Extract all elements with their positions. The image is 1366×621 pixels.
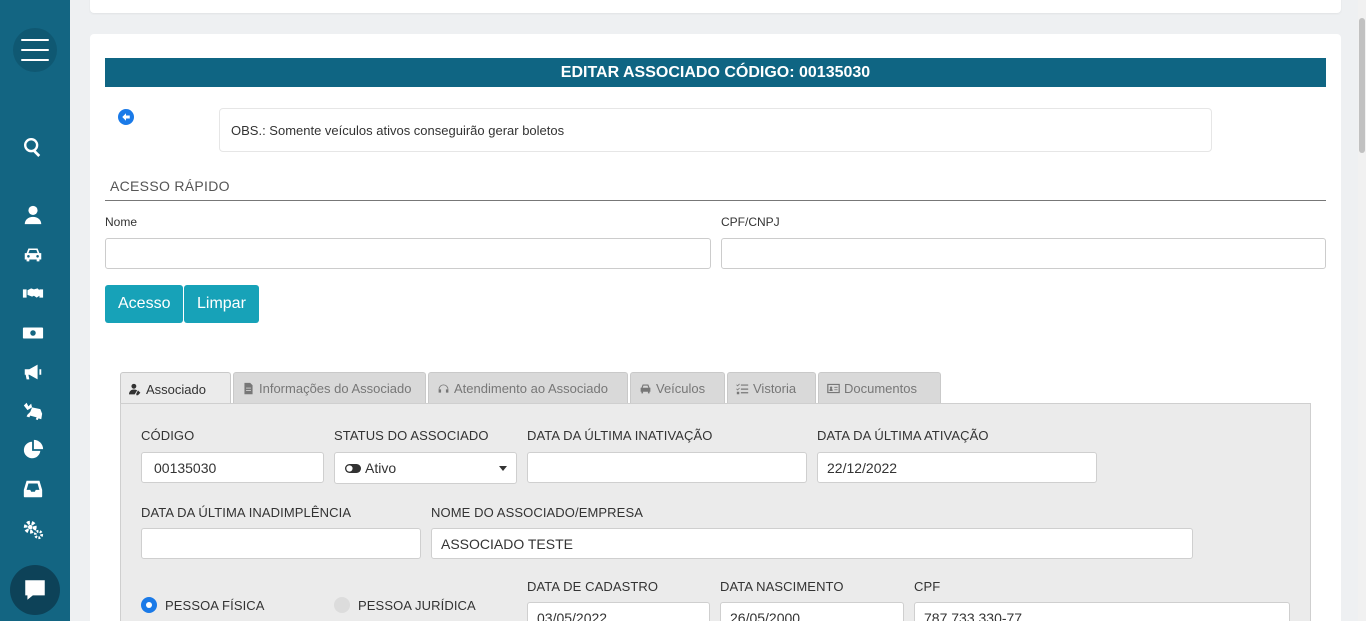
tab-panel-associado: CÓDIGO 00135030 STATUS DO ASSOCIADO Ativ… xyxy=(120,403,1311,621)
inbox-icon[interactable] xyxy=(18,476,48,502)
gears-icon[interactable] xyxy=(18,516,48,542)
quick-name-input[interactable] xyxy=(105,238,711,269)
tab-label: Documentos xyxy=(844,381,917,396)
clear-button[interactable]: Limpar xyxy=(184,285,259,323)
quick-access-title: ACESSO RÁPIDO xyxy=(110,178,230,194)
pessoa-juridica-radio[interactable] xyxy=(334,597,350,613)
pessoa-juridica-label: PESSOA JURÍDICA xyxy=(358,598,476,613)
data-cadastro-input[interactable]: 03/05/2022 xyxy=(527,602,710,621)
status-label: STATUS DO ASSOCIADO xyxy=(334,428,489,443)
ultima-inadimplencia-label: DATA DA ÚLTIMA INADIMPLÊNCIA xyxy=(141,505,352,520)
status-value: Ativo xyxy=(365,460,397,476)
page-scrollbar[interactable] xyxy=(1358,0,1366,621)
user-edit-icon xyxy=(129,383,141,395)
data-nascimento-label: DATA NASCIMENTO xyxy=(720,579,844,594)
chat-icon[interactable] xyxy=(10,565,60,615)
id-card-icon xyxy=(827,383,840,394)
obs-note: OBS.: Somente veículos ativos conseguirã… xyxy=(219,108,1212,152)
tab-associado[interactable]: Associado xyxy=(120,372,231,405)
megaphone-icon[interactable] xyxy=(18,359,48,385)
scroll-thumb[interactable] xyxy=(1359,18,1365,153)
file-icon xyxy=(244,382,253,395)
cpf-label: CPF xyxy=(914,579,941,594)
data-nascimento-input[interactable]: 26/05/2000 xyxy=(720,602,904,621)
top-card xyxy=(90,0,1341,13)
tab-vistoria[interactable]: Vistoria xyxy=(727,372,816,404)
tab-label: Associado xyxy=(146,381,206,397)
nome-associado-label: NOME DO ASSOCIADO/EMPRESA xyxy=(431,505,643,520)
user-icon[interactable] xyxy=(18,202,48,228)
tab-informacoes[interactable]: Informações do Associado xyxy=(233,372,426,404)
tab-label: Atendimento ao Associado xyxy=(454,381,608,396)
ultima-inativacao-input[interactable] xyxy=(527,452,807,483)
headset-icon xyxy=(438,384,449,393)
money-icon[interactable] xyxy=(18,320,48,346)
status-select[interactable]: Ativo xyxy=(334,452,517,484)
sidebar xyxy=(0,0,70,621)
codigo-input[interactable]: 00135030 xyxy=(141,452,324,483)
main-card: EDITAR ASSOCIADO CÓDIGO: 00135030 OBS.: … xyxy=(90,34,1341,621)
ultima-ativacao-input[interactable]: 22/12/2022 xyxy=(817,452,1097,483)
data-cadastro-label: DATA DE CADASTRO xyxy=(527,579,659,594)
car-icon xyxy=(640,384,651,394)
car-crash-icon[interactable] xyxy=(18,398,48,424)
search-icon[interactable] xyxy=(18,134,48,160)
tab-veiculos[interactable]: Veículos xyxy=(630,372,725,404)
cpf-cnpj-label: CPF/CNPJ xyxy=(721,215,780,229)
page-title: EDITAR ASSOCIADO CÓDIGO: 00135030 xyxy=(105,58,1326,87)
access-button[interactable]: Acesso xyxy=(105,285,184,323)
divider xyxy=(105,200,1326,201)
pessoa-fisica-label: PESSOA FÍSICA xyxy=(165,598,265,613)
name-label: Nome xyxy=(105,215,138,229)
cpf-input[interactable]: 787.733.330-77 xyxy=(914,602,1290,621)
ultima-ativacao-label: DATA DA ÚLTIMA ATIVAÇÃO xyxy=(817,428,989,443)
tab-label: Vistoria xyxy=(753,381,797,396)
tab-atendimento[interactable]: Atendimento ao Associado xyxy=(428,372,628,404)
ultima-inadimplencia-input[interactable] xyxy=(141,528,421,559)
ultima-inativacao-label: DATA DA ÚLTIMA INATIVAÇÃO xyxy=(527,428,713,443)
quick-cpf-cnpj-input[interactable] xyxy=(721,238,1326,269)
tab-documentos[interactable]: Documentos xyxy=(818,372,941,404)
tab-label: Veículos xyxy=(656,381,706,396)
codigo-label: CÓDIGO xyxy=(141,428,195,443)
car-icon[interactable] xyxy=(18,241,48,267)
toggle-icon xyxy=(345,463,361,473)
checklist-icon xyxy=(736,383,749,395)
nome-associado-input[interactable]: ASSOCIADO TESTE xyxy=(431,528,1193,559)
back-arrow-icon[interactable] xyxy=(118,109,134,125)
chevron-down-icon xyxy=(499,466,507,471)
pessoa-fisica-radio[interactable] xyxy=(141,597,157,613)
pie-chart-icon[interactable] xyxy=(18,437,48,463)
handshake-icon[interactable] xyxy=(18,280,48,306)
menu-icon[interactable] xyxy=(13,28,57,72)
tab-label: Informações do Associado xyxy=(259,381,412,396)
